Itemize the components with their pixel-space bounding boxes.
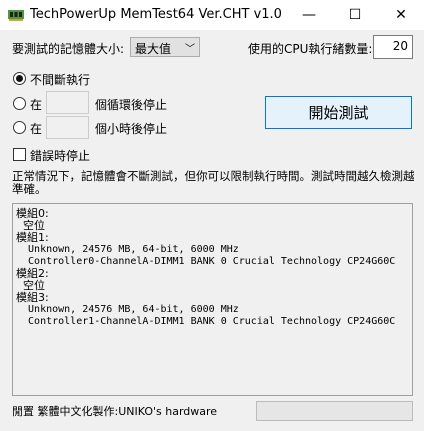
window-title: TechPowerUp MemTest64 Ver.CHT v1.0 xyxy=(30,7,282,22)
cycles-prefix-label: 在 xyxy=(30,98,43,112)
stop-on-error-checkbox[interactable] xyxy=(13,148,26,161)
result-line: Unknown, 24576 MB, 64-bit, 6000 MHz xyxy=(16,244,239,255)
cycles-input[interactable] xyxy=(46,91,89,114)
run-infinite-label: 不間斷執行 xyxy=(30,73,91,87)
result-line: Controller1-ChannelA-DIMM1 BANK 0 Crucia… xyxy=(16,316,396,327)
result-line: 模組1: xyxy=(16,231,49,244)
result-line: Unknown, 24576 MB, 64-bit, 6000 MHz xyxy=(16,304,239,315)
info-text: 正常情況下，記憶體會不斷測試，但你可以限制執行時間。測試時間越久檢測越準確。 xyxy=(12,169,415,196)
hours-suffix-label: 個小時後停止 xyxy=(95,122,168,136)
memory-chip-icon xyxy=(8,10,24,21)
maximize-button[interactable]: ☐ xyxy=(332,0,378,30)
result-line: 空位 xyxy=(16,219,45,232)
memory-size-value: 最大值 xyxy=(135,42,172,56)
memory-size-label: 要測試的記憶體大小: xyxy=(12,42,125,56)
title-bar[interactable]: TechPowerUp MemTest64 Ver.CHT v1.0 — ☐ ✕ xyxy=(0,0,424,30)
result-line: 空位 xyxy=(16,279,45,292)
stop-on-error-label: 錯誤時停止 xyxy=(30,149,91,163)
result-line: Controller0-ChannelA-DIMM1 BANK 0 Crucia… xyxy=(16,256,396,267)
progress-bar xyxy=(256,401,413,421)
close-button[interactable]: ✕ xyxy=(378,0,424,30)
result-line: 模組3: xyxy=(16,291,49,304)
radio-stop-after-hours[interactable] xyxy=(13,121,26,134)
cpu-threads-label: 使用的CPU執行緒數量: xyxy=(248,42,373,56)
hours-prefix-label: 在 xyxy=(30,122,43,136)
module-results-box[interactable]: 模組0: 空位 模組1: Unknown, 24576 MB, 64-bit, 6… xyxy=(12,203,413,396)
chevron-down-icon: ﹀ xyxy=(185,44,195,55)
start-test-button[interactable]: 開始測試 xyxy=(265,96,412,129)
radio-run-infinite[interactable] xyxy=(13,72,26,85)
cpu-threads-input[interactable]: 20 xyxy=(373,35,413,59)
status-text: 閒置 繁體中文化製作:UNIKO's hardware xyxy=(12,405,218,418)
minimize-button[interactable]: — xyxy=(286,0,332,30)
result-line: 模組2: xyxy=(16,267,49,280)
cycles-suffix-label: 個循環後停止 xyxy=(95,98,168,112)
result-line: 模組0: xyxy=(16,207,49,220)
memory-size-select[interactable]: 最大值 ﹀ xyxy=(130,37,200,57)
radio-stop-after-cycles[interactable] xyxy=(13,97,26,110)
hours-input[interactable] xyxy=(46,116,89,139)
